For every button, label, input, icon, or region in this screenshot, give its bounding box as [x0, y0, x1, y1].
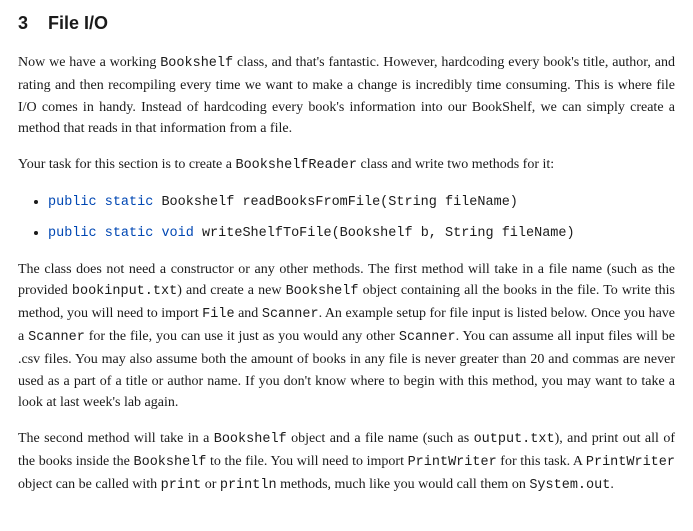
paragraph-intro: Now we have a working Bookshelf class, a… [18, 52, 675, 140]
list-item: public static Bookshelf readBooksFromFil… [48, 191, 675, 214]
section-number: 3 [18, 13, 28, 33]
method-signature-2: public static void writeShelfToFile(Book… [48, 226, 575, 241]
code-printwriter: PrintWriter [408, 455, 497, 470]
keyword-public: public [48, 226, 97, 241]
text: or [201, 477, 220, 492]
text: . [610, 477, 614, 492]
text: for the file, you can use it just as you… [85, 329, 399, 344]
code-output: output.txt [474, 432, 555, 447]
text: class and write two methods for it: [357, 157, 554, 172]
list-item: public static void writeShelfToFile(Book… [48, 222, 675, 245]
method-rest: Bookshelf readBooksFromFile(String fileN… [161, 195, 517, 210]
code-print: print [161, 478, 202, 493]
text: Your task for this section is to create … [18, 157, 235, 172]
paragraph-method1: The class does not need a constructor or… [18, 259, 675, 415]
text: for this task. A [497, 454, 586, 469]
text: Now we have a working [18, 55, 160, 70]
method-signature-1: public static Bookshelf readBooksFromFil… [48, 195, 518, 210]
section-title: File I/O [48, 13, 108, 33]
text: to the file. You will need to import [206, 454, 407, 469]
keyword-static: static [105, 226, 154, 241]
code-bookshelf: Bookshelf [160, 56, 233, 71]
code-scanner: Scanner [399, 330, 456, 345]
code-println: println [220, 478, 277, 493]
code-bookinput: bookinput.txt [72, 284, 177, 299]
text: The second method will take in a [18, 431, 214, 446]
code-bookshelfreader: BookshelfReader [235, 158, 357, 173]
text: object and a file name (such as [287, 431, 474, 446]
paragraph-task: Your task for this section is to create … [18, 154, 675, 177]
paragraph-method2: The second method will take in a Bookshe… [18, 428, 675, 497]
keyword-void: void [161, 226, 193, 241]
code-bookshelf: Bookshelf [134, 455, 207, 470]
text: ) and create a new [177, 283, 285, 298]
method-list: public static Bookshelf readBooksFromFil… [48, 191, 675, 245]
section-heading: 3 File I/O [18, 10, 675, 38]
code-printwriter: PrintWriter [586, 455, 675, 470]
code-scanner: Scanner [262, 307, 319, 322]
keyword-public: public [48, 195, 97, 210]
code-file: File [202, 307, 234, 322]
text: object can be called with [18, 477, 161, 492]
method-rest: writeShelfToFile(Bookshelf b, String fil… [202, 226, 575, 241]
code-bookshelf: Bookshelf [214, 432, 287, 447]
keyword-static: static [105, 195, 154, 210]
code-systemout: System.out [529, 478, 610, 493]
text: methods, much like you would call them o… [277, 477, 530, 492]
code-bookshelf: Bookshelf [286, 284, 359, 299]
code-scanner: Scanner [28, 330, 85, 345]
text: and [235, 306, 262, 321]
